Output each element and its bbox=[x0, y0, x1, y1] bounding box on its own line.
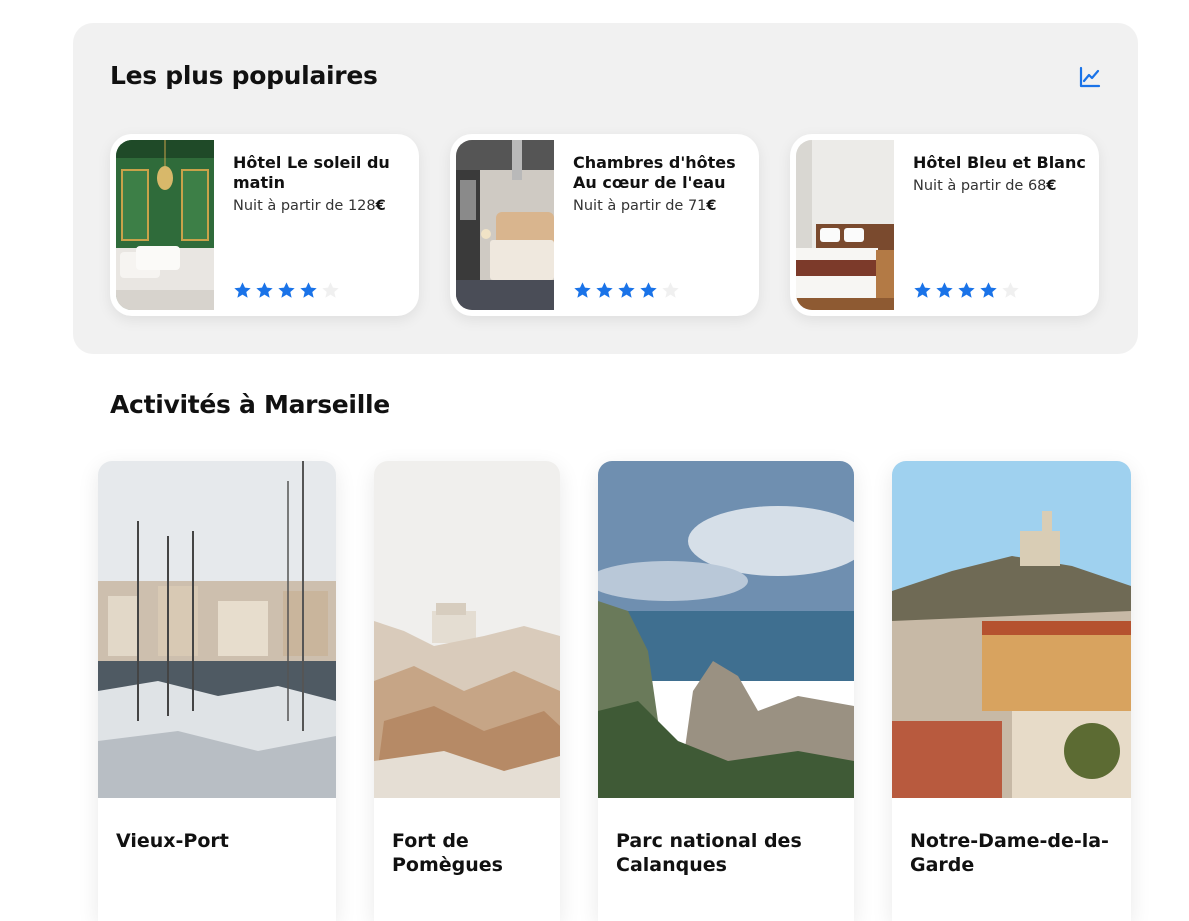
hotel-card[interactable]: Hôtel Le soleil du matin Nuit à partir d… bbox=[110, 134, 419, 316]
hotel-price: Nuit à partir de 71€ bbox=[573, 198, 717, 214]
star-filled-icon bbox=[936, 282, 953, 298]
rating-stars bbox=[233, 281, 340, 301]
star-empty-icon bbox=[1002, 282, 1019, 298]
activity-name: Parc national des Calanques bbox=[616, 830, 802, 876]
activity-card-fort-de-pomegues[interactable]: Fort de Pomègues bbox=[374, 461, 560, 921]
rating-stars bbox=[913, 281, 1020, 301]
star-filled-icon bbox=[300, 282, 317, 298]
trend-chart-icon[interactable] bbox=[1079, 66, 1101, 88]
star-empty-icon bbox=[322, 282, 339, 298]
star-filled-icon bbox=[278, 282, 295, 298]
hotel-photo bbox=[796, 140, 894, 310]
hotel-card[interactable]: Hôtel Bleu et Blanc Nuit à partir de 68€ bbox=[790, 134, 1099, 316]
activity-photo bbox=[98, 461, 336, 798]
activities-section-title: Activités à Marseille bbox=[110, 390, 390, 419]
hotel-photo bbox=[116, 140, 214, 310]
star-filled-icon bbox=[256, 282, 273, 298]
hotel-photo bbox=[456, 140, 554, 310]
popular-section: Les plus populaires Hôtel Le soleil du m… bbox=[73, 23, 1138, 354]
activity-photo bbox=[892, 461, 1131, 798]
star-filled-icon bbox=[914, 282, 931, 298]
activity-name: Fort de Pomègues bbox=[392, 830, 503, 876]
star-filled-icon bbox=[574, 282, 591, 298]
star-empty-icon bbox=[662, 282, 679, 298]
hotel-name: Chambres d'hôtes Au cœur de l'eau bbox=[573, 153, 736, 192]
star-filled-icon bbox=[596, 282, 613, 298]
hotel-card[interactable]: Chambres d'hôtes Au cœur de l'eau Nuit à… bbox=[450, 134, 759, 316]
hotel-price: Nuit à partir de 128€ bbox=[233, 198, 386, 214]
popular-section-title: Les plus populaires bbox=[110, 61, 378, 90]
activity-card-calanques[interactable]: Parc national des Calanques bbox=[598, 461, 854, 921]
star-filled-icon bbox=[234, 282, 251, 298]
hotel-price: Nuit à partir de 68€ bbox=[913, 178, 1057, 194]
activity-photo bbox=[598, 461, 854, 798]
activity-card-notre-dame-de-la-garde[interactable]: Notre-Dame-de-la-Garde bbox=[892, 461, 1131, 921]
activity-name: Vieux-Port bbox=[116, 830, 229, 852]
hotel-name: Hôtel Bleu et Blanc bbox=[913, 153, 1086, 172]
activity-photo bbox=[374, 461, 560, 798]
star-filled-icon bbox=[980, 282, 997, 298]
star-filled-icon bbox=[618, 282, 635, 298]
rating-stars bbox=[573, 281, 680, 301]
star-filled-icon bbox=[640, 282, 657, 298]
activity-name: Notre-Dame-de-la-Garde bbox=[910, 830, 1109, 876]
activity-card-vieux-port[interactable]: Vieux-Port bbox=[98, 461, 336, 921]
hotel-name: Hôtel Le soleil du matin bbox=[233, 153, 390, 192]
star-filled-icon bbox=[958, 282, 975, 298]
